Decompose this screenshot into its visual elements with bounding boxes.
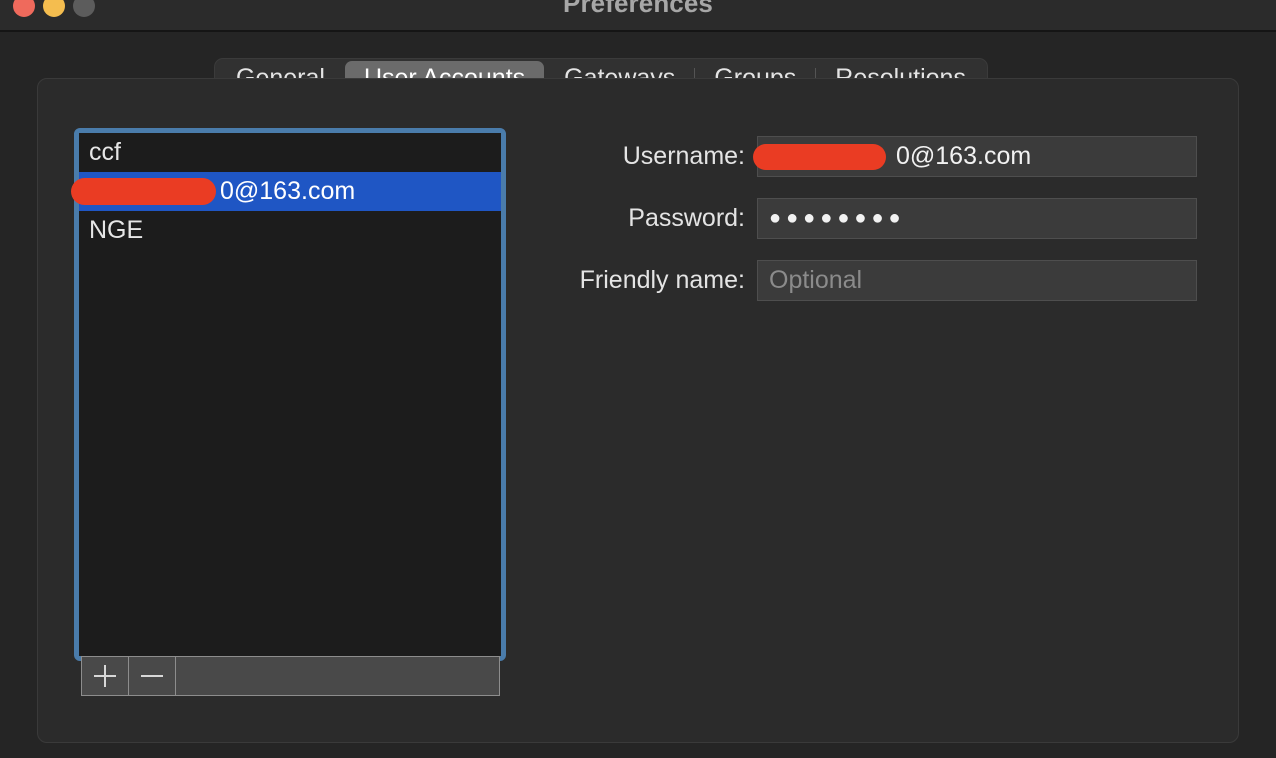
user-account-list-focus-ring: ccf 0@163.com NGE [74,128,506,661]
username-row: Username: 0@163.com [556,136,1201,177]
minus-icon [141,665,163,687]
password-label: Password: [628,204,745,232]
password-value: ●●●●●●●● [769,207,906,229]
toolbar-filler [176,657,499,695]
password-input[interactable]: ●●●●●●●● [757,198,1197,239]
friendly-name-placeholder: Optional [769,266,863,294]
window-title: Preferences [563,0,713,18]
account-detail-form: Username: 0@163.com Password: ●●●●●●●● F… [556,136,1201,322]
remove-account-button[interactable] [129,657,176,695]
password-row: Password: ●●●●●●●● [556,198,1201,239]
friendly-name-row: Friendly name: Optional [556,260,1201,301]
user-account-list[interactable]: ccf 0@163.com NGE [79,133,501,656]
window-titlebar: Preferences [0,0,1276,32]
list-item[interactable]: ccf [79,133,501,172]
friendly-name-label: Friendly name: [579,266,745,294]
list-item[interactable]: NGE [79,211,501,250]
username-label: Username: [622,142,745,170]
username-input[interactable]: 0@163.com [757,136,1197,177]
add-account-button[interactable] [82,657,129,695]
plus-icon [94,665,116,687]
list-item[interactable]: 0@163.com [79,172,501,211]
account-list-toolbar [81,656,500,696]
username-value: 0@163.com [896,142,1032,170]
friendly-name-input[interactable]: Optional [757,260,1197,301]
